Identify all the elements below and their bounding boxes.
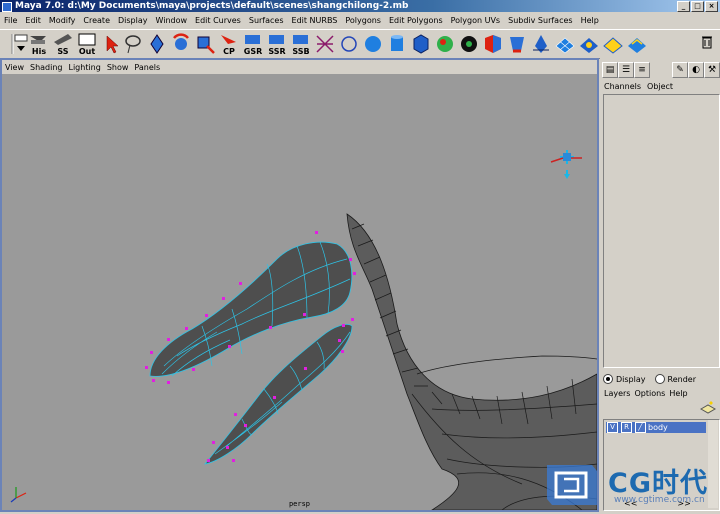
render-icon[interactable]: ◐	[688, 62, 704, 78]
menu-display[interactable]: Display	[114, 14, 152, 28]
perspective-viewport[interactable]: View Shading Lighting Show Panels persp	[0, 58, 599, 512]
layer-menu-options[interactable]: Options	[634, 389, 665, 398]
nurbs-cylinder-icon[interactable]	[386, 32, 408, 56]
main-menu-bar: File Edit Modify Create Display Window Edit Cu…	[0, 13, 720, 28]
poly-cone-icon[interactable]	[506, 32, 528, 56]
watermark: CG时代 www.cgtime.com.cn	[542, 457, 720, 514]
camera-label: persp	[288, 500, 311, 508]
display-radio[interactable]	[603, 374, 613, 384]
tab-channels[interactable]: Channels	[604, 82, 641, 91]
move-tool-icon[interactable]	[146, 32, 168, 56]
channel-box-menu: Channels Object	[604, 82, 679, 91]
nurbs-cube-icon[interactable]	[410, 32, 432, 56]
menu-edit-curves[interactable]: Edit Curves	[191, 14, 245, 28]
layer-color-swatch[interactable]: ╱	[635, 422, 646, 433]
watermark-url: www.cgtime.com.cn	[614, 495, 705, 505]
layer-visibility-toggle[interactable]: V	[607, 422, 618, 433]
menu-help[interactable]: Help	[577, 14, 603, 28]
select-tool-icon[interactable]	[100, 32, 122, 56]
maya-app-icon	[2, 2, 12, 12]
tool-settings-icon[interactable]: ⚒	[704, 62, 720, 78]
tool-shelf: His SS Out CP GSR SSR SSB	[0, 29, 720, 59]
poly-sphere-icon[interactable]	[434, 32, 456, 56]
menu-polygons[interactable]: Polygons	[341, 14, 385, 28]
poly-plane-icon[interactable]	[530, 32, 552, 56]
menu-subdiv-surfaces[interactable]: Subdiv Surfaces	[504, 14, 576, 28]
right-panel: ▤ ☰ ≡ ✎ ◐ ⚒ Channels Object Display Rende…	[600, 58, 720, 514]
minimize-button[interactable]: _	[677, 1, 690, 12]
poly-cube-icon[interactable]	[482, 32, 504, 56]
panel-menu-view[interactable]: View	[2, 61, 27, 75]
panel-menu-lighting[interactable]: Lighting	[65, 61, 103, 75]
panel-menu-shading[interactable]: Shading	[27, 61, 66, 75]
paint-icon[interactable]: ✎	[672, 62, 688, 78]
nurbs-grid-icon[interactable]	[602, 32, 624, 56]
menu-edit[interactable]: Edit	[21, 14, 45, 28]
cp-button[interactable]: CP	[218, 32, 240, 56]
maximize-button[interactable]: □	[691, 1, 704, 12]
layer-mode-radio: Display Render	[603, 374, 696, 384]
channel-box[interactable]	[603, 94, 720, 368]
new-layer-icon[interactable]	[699, 400, 717, 414]
shelf-grip-icon[interactable]	[2, 32, 14, 56]
menu-window[interactable]: Window	[152, 14, 192, 28]
3d-scene[interactable]	[2, 74, 597, 510]
subdiv-plane-icon[interactable]	[626, 32, 648, 56]
gsr-button[interactable]: GSR	[242, 32, 264, 56]
window-title: Maya 7.0: d:\My Documents\maya\projects\…	[15, 1, 409, 11]
ssr-button[interactable]: SSR	[266, 32, 288, 56]
poly-cylinder-icon[interactable]	[458, 32, 480, 56]
shelf-menu-button[interactable]	[10, 32, 28, 56]
layer-reference-toggle[interactable]: R	[621, 422, 632, 433]
lattice-icon[interactable]	[314, 32, 336, 56]
ssb-button[interactable]: SSB	[290, 32, 312, 56]
scale-tool-icon[interactable]	[194, 32, 216, 56]
close-button[interactable]: ×	[705, 1, 718, 12]
layer-menu-help[interactable]: Help	[669, 389, 687, 398]
attribute-editor-toggle-icon[interactable]: ☰	[618, 62, 634, 78]
layer-row-body[interactable]: V R ╱ body	[606, 422, 706, 433]
menu-surfaces[interactable]: Surfaces	[245, 14, 288, 28]
yellow-grid-icon[interactable]	[578, 32, 600, 56]
menu-modify[interactable]: Modify	[45, 14, 80, 28]
panel-menu-show[interactable]: Show	[104, 61, 132, 75]
menu-create[interactable]: Create	[79, 14, 114, 28]
rotate-tool-icon[interactable]	[170, 32, 192, 56]
menu-edit-nurbs[interactable]: Edit NURBS	[288, 14, 342, 28]
shelf-trash-icon[interactable]	[696, 32, 712, 56]
panel-menu-panels[interactable]: Panels	[131, 61, 163, 75]
nurbs-circle-icon[interactable]	[338, 32, 360, 56]
render-radio-label: Render	[667, 374, 696, 384]
title-bar: Maya 7.0: d:\My Documents\maya\projects\…	[0, 0, 720, 12]
layer-menu-bar: Layers Options Help	[604, 389, 692, 398]
tab-object[interactable]: Object	[647, 82, 673, 91]
channel-box-toggle-icon[interactable]: ▤	[602, 62, 618, 78]
grid-plane-icon[interactable]	[554, 32, 576, 56]
view-cube-icon[interactable]	[550, 150, 582, 179]
menu-polygon-uvs[interactable]: Polygon UVs	[447, 14, 504, 28]
layer-editor-toggle-icon[interactable]: ≡	[634, 62, 650, 78]
layer-menu-layers[interactable]: Layers	[604, 389, 630, 398]
panel-menu-bar: View Shading Lighting Show Panels	[2, 60, 597, 74]
cg-logo-icon	[547, 465, 597, 505]
display-radio-label: Display	[616, 374, 646, 384]
menu-edit-polygons[interactable]: Edit Polygons	[385, 14, 447, 28]
outliner-button[interactable]: Out	[76, 32, 98, 56]
ss-button[interactable]: SS	[52, 32, 74, 56]
menu-file[interactable]: File	[0, 14, 21, 28]
layer-name: body	[648, 423, 668, 432]
lasso-tool-icon[interactable]	[122, 32, 144, 56]
nurbs-sphere-icon[interactable]	[362, 32, 384, 56]
render-radio[interactable]	[654, 374, 665, 384]
history-button[interactable]: His	[28, 32, 50, 56]
